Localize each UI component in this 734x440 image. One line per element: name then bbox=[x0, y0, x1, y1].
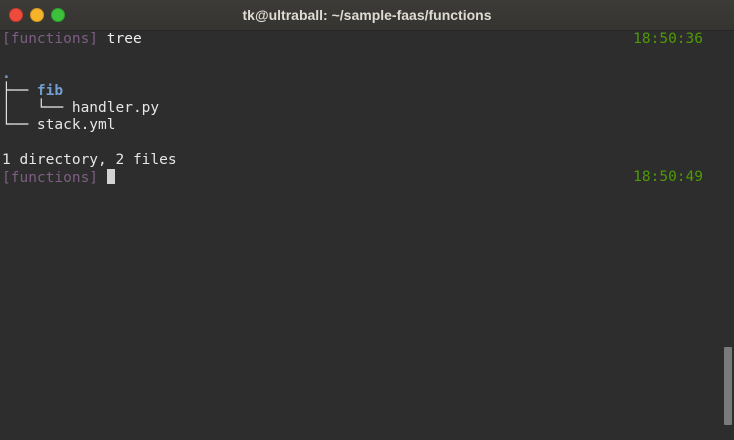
tree-branch: │ └── bbox=[2, 100, 72, 117]
terminal-window: tk@ultraball: ~/sample-faas/functions [f… bbox=[0, 0, 734, 440]
tree-root: . bbox=[2, 65, 11, 82]
summary-line: 1 directory, 2 files bbox=[2, 152, 718, 169]
window-title: tk@ultraball: ~/sample-faas/functions bbox=[242, 7, 492, 23]
file-name: handler.py bbox=[71, 100, 160, 117]
tree-file-line: │ └── handler.py bbox=[2, 100, 718, 117]
tree-summary: 1 directory, 2 files bbox=[2, 152, 177, 169]
scrollbar[interactable] bbox=[720, 31, 734, 440]
text-cursor bbox=[106, 169, 115, 185]
prompt: [functions] bbox=[2, 31, 99, 47]
title-bar[interactable]: tk@ultraball: ~/sample-faas/functions bbox=[0, 0, 734, 31]
timestamp: 18:50:49 bbox=[633, 169, 703, 186]
tree-branch: ├── bbox=[2, 82, 37, 99]
file-name: stack.yml bbox=[36, 117, 116, 134]
current-prompt-line: [functions] 18:50:49 bbox=[2, 169, 718, 186]
command-text: tree bbox=[98, 31, 142, 47]
scrollbar-thumb[interactable] bbox=[724, 347, 732, 425]
directory-name: fib bbox=[36, 82, 64, 99]
command-line: [functions] tree 18:50:36 bbox=[2, 31, 718, 48]
timestamp: 18:50:36 bbox=[633, 31, 703, 47]
terminal-output[interactable]: [functions] tree 18:50:36 . ├── fib │ └──… bbox=[2, 31, 718, 440]
tree-root-line: . bbox=[2, 66, 718, 83]
tree-branch: └── bbox=[2, 117, 37, 134]
tree-dir-line: ├── fib bbox=[2, 83, 718, 100]
tree-file-line: └── stack.yml bbox=[2, 117, 718, 134]
prompt: [functions] bbox=[2, 170, 99, 187]
